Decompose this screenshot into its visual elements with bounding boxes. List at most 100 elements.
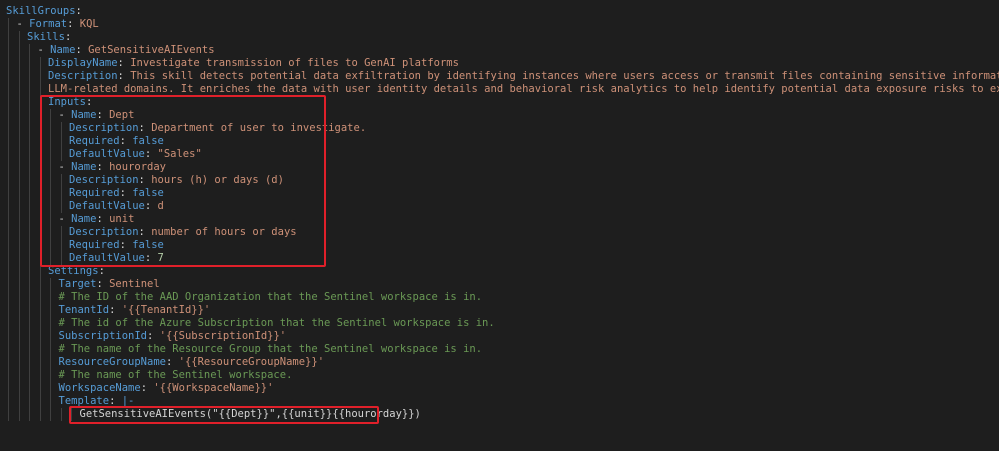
yaml-key: ResourceGroupName: [58, 356, 166, 368]
yaml-key: Format: [29, 18, 68, 30]
indent-guide: [8, 161, 9, 174]
yaml-key: DefaultValue: [69, 200, 145, 212]
indent-guide: [8, 148, 9, 161]
indent-guide: [60, 226, 62, 239]
yaml-key: Name: [71, 213, 97, 225]
indent-guide: [8, 109, 9, 122]
indent-guide: [29, 148, 30, 161]
indent-guide: [50, 239, 51, 252]
indent-guide: [50, 369, 51, 382]
indent-guide: [39, 304, 41, 317]
indent-guide: [50, 278, 51, 291]
indent-guide: [39, 187, 41, 200]
code-line[interactable]: # The ID of the AAD Organization that th…: [0, 291, 999, 304]
indent-guide: [39, 252, 41, 265]
indent-guide: [18, 330, 20, 343]
code-line[interactable]: Required: false: [0, 135, 999, 148]
indent-guide: [60, 239, 62, 252]
yaml-value: hours (h) or days (d): [151, 174, 284, 186]
yaml-value: |-: [121, 395, 135, 407]
yaml-key: WorkspaceName: [58, 382, 141, 394]
yaml-separator: :: [85, 96, 93, 108]
indent-guide: [8, 213, 9, 226]
code-line[interactable]: - Name: hourorday: [0, 161, 999, 174]
indent-guide: [18, 226, 20, 239]
indent-guide: [60, 200, 62, 213]
indent-guide: [18, 70, 20, 83]
indent-guide: [18, 109, 20, 122]
indent-guide: [50, 382, 51, 395]
yaml-separator: :: [109, 304, 122, 316]
indent-guide: [39, 343, 41, 356]
code-line[interactable]: - Format: KQL: [0, 18, 999, 31]
indent-guide: [18, 187, 20, 200]
code-line[interactable]: DefaultValue: 7: [0, 252, 999, 265]
code-editor[interactable]: SkillGroups: - Format: KQL Skills: - Name: …: [0, 0, 999, 451]
yaml-value: d: [157, 200, 164, 212]
yaml-separator: :: [144, 200, 158, 212]
yaml-key: Name: [71, 109, 97, 121]
indent-guide: [60, 122, 62, 135]
code-line[interactable]: Required: false: [0, 187, 999, 200]
yaml-value: unit: [109, 213, 135, 225]
indent-guide: [8, 135, 9, 148]
indent-guide: [39, 369, 41, 382]
indent-guide: [39, 161, 41, 174]
indent-guide: [18, 83, 20, 96]
code-line[interactable]: - Name: unit: [0, 213, 999, 226]
code-line[interactable]: DefaultValue: d: [0, 200, 999, 213]
code-line[interactable]: Description: This skill detects potentia…: [0, 70, 999, 83]
code-line[interactable]: TenantId: '{{TenantId}}': [0, 304, 999, 317]
yaml-separator: :: [117, 70, 131, 82]
yaml-value: 7: [157, 252, 164, 264]
yaml-value: LLM-related domains. It enriches the dat…: [48, 83, 999, 95]
indent-guide: [18, 161, 20, 174]
indent-guide: [8, 18, 9, 31]
code-line[interactable]: Description: Department of user to inves…: [0, 122, 999, 135]
yaml-separator: :: [147, 330, 160, 342]
indent-guide: [8, 31, 9, 44]
code-line[interactable]: GetSensitiveAIEvents("{{Dept}}",{{unit}}…: [0, 408, 999, 421]
code-line[interactable]: # The name of the Resource Group that th…: [0, 343, 999, 356]
code-line[interactable]: DefaultValue: "Sales": [0, 148, 999, 161]
code-line[interactable]: # The id of the Azure Subscription that …: [0, 317, 999, 330]
indent-guide: [8, 187, 9, 200]
indent-guide: [50, 226, 51, 239]
indent-guide: [18, 135, 20, 148]
yaml-value: Sentinel: [109, 278, 160, 290]
indent-guide: [29, 330, 30, 343]
indent-guide: [39, 57, 41, 70]
code-line[interactable]: Description: hours (h) or days (d): [0, 174, 999, 187]
yaml-key: Description: [69, 122, 139, 134]
indent-guide: [8, 239, 9, 252]
code-line[interactable]: Skills:: [0, 31, 999, 44]
code-line[interactable]: Inputs:: [0, 96, 999, 109]
code-line[interactable]: DisplayName: Investigate transmission of…: [0, 57, 999, 70]
code-line[interactable]: Target: Sentinel: [0, 278, 999, 291]
code-line[interactable]: Description: number of hours or days: [0, 226, 999, 239]
code-line[interactable]: ResourceGroupName: '{{ResourceGroupName}…: [0, 356, 999, 369]
code-line[interactable]: Template: |-: [0, 395, 999, 408]
indent-guide: [29, 44, 30, 57]
code-line[interactable]: LLM-related domains. It enriches the dat…: [0, 83, 999, 96]
indent-guide: [18, 291, 20, 304]
code-line[interactable]: Required: false: [0, 239, 999, 252]
code-line[interactable]: - Name: GetSensitiveAIEvents: [0, 44, 999, 57]
code-line[interactable]: - Name: Dept: [0, 109, 999, 122]
indent-guide: [29, 135, 30, 148]
code-line[interactable]: SkillGroups:: [0, 5, 999, 18]
indent-guide: [8, 96, 9, 109]
code-line[interactable]: # The name of the Sentinel workspace.: [0, 369, 999, 382]
indent-guide: [29, 57, 30, 70]
indent-guide: [50, 408, 51, 421]
yaml-value: Dept: [109, 109, 135, 121]
indent-guide: [8, 291, 9, 304]
code-line[interactable]: WorkspaceName: '{{WorkspaceName}}': [0, 382, 999, 395]
yaml-separator: :: [96, 278, 110, 290]
yaml-value: GetSensitiveAIEvents: [88, 44, 215, 56]
list-dash: -: [37, 44, 51, 56]
indent-guide: [29, 395, 30, 408]
code-line[interactable]: SubscriptionId: '{{SubscriptionId}}': [0, 330, 999, 343]
indent-guide: [29, 304, 30, 317]
code-line[interactable]: Settings:: [0, 265, 999, 278]
